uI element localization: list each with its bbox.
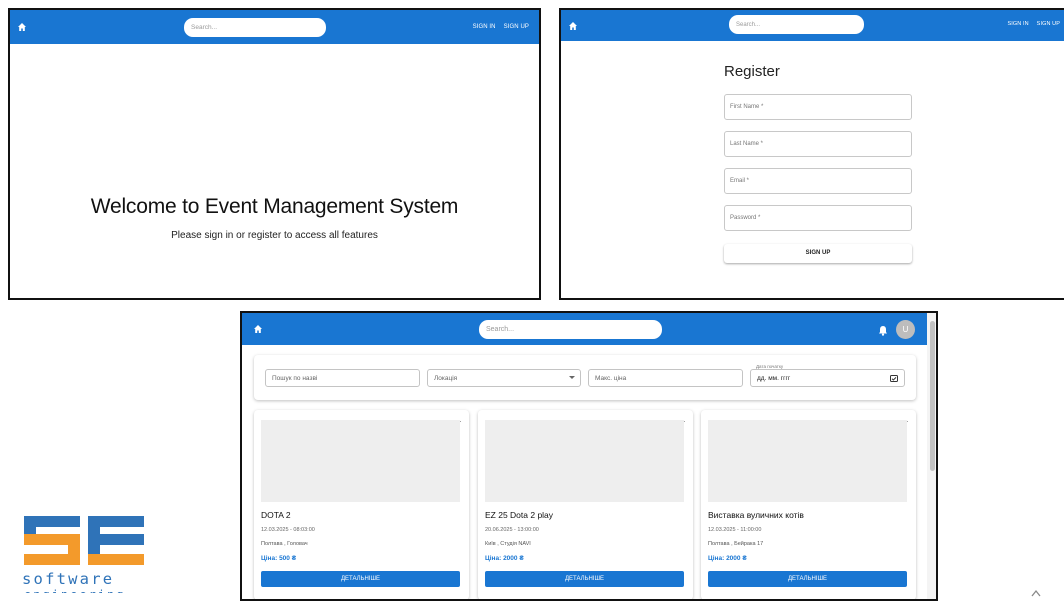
event-price: Ціна: 500 ₴ bbox=[261, 555, 297, 562]
event-card: EZ 25 Dota 2 play 20.06.2025 - 13:00:00 … bbox=[478, 410, 693, 599]
register-title: Register bbox=[724, 63, 780, 80]
filter-panel: Пошук по назві Локація Макс. ціна дд. мм… bbox=[254, 355, 916, 400]
home-icon[interactable] bbox=[252, 323, 264, 335]
start-date-input[interactable]: дд. мм. гггг bbox=[750, 369, 905, 387]
se-logo-mark bbox=[24, 516, 144, 565]
welcome-screenshot: Search... SIGN IN SIGN UP Welcome to Eve… bbox=[8, 8, 541, 300]
logo-word-software: software bbox=[22, 570, 115, 588]
events-screenshot: Search... U Пошук по назві Локація Макс.… bbox=[240, 311, 938, 601]
event-location: Полтава , Головач bbox=[261, 541, 308, 547]
app-bar: Search... SIGN IN SIGN UP bbox=[10, 10, 539, 44]
location-select-label: Локація bbox=[434, 375, 458, 382]
auth-links: SIGN IN SIGN UP bbox=[465, 24, 529, 30]
event-card: Виставка вуличних котів 12.03.2025 - 11:… bbox=[701, 410, 916, 599]
event-title: EZ 25 Dota 2 play bbox=[485, 510, 554, 520]
password-field[interactable]: Password * bbox=[724, 205, 912, 231]
sign-up-button[interactable]: SIGN UP bbox=[724, 244, 912, 263]
details-button[interactable]: ДЕТАЛЬНІШЕ bbox=[708, 571, 907, 587]
email-field[interactable]: Email * bbox=[724, 168, 912, 194]
name-search-input[interactable]: Пошук по назві bbox=[265, 369, 420, 387]
bell-icon[interactable] bbox=[878, 323, 890, 336]
scrollbar[interactable] bbox=[927, 313, 936, 599]
event-card: DOTA 2 12.03.2025 - 08:03:00 Полтава , Г… bbox=[254, 410, 469, 599]
details-button[interactable]: ДЕТАЛЬНІШЕ bbox=[261, 571, 460, 587]
welcome-title: Welcome to Event Management System bbox=[90, 195, 459, 218]
sign-up-link[interactable]: SIGN UP bbox=[504, 24, 529, 30]
last-name-field[interactable]: Last Name * bbox=[724, 131, 912, 157]
app-bar: Search... U bbox=[242, 313, 936, 345]
scrollbar-thumb[interactable] bbox=[930, 321, 935, 471]
app-bar: Search... SIGN IN SIGN UP bbox=[561, 10, 1064, 41]
event-price: Ціна: 2000 ₴ bbox=[485, 555, 524, 562]
start-date-label: Дата початку bbox=[754, 364, 786, 369]
chevron-up-icon bbox=[1031, 584, 1041, 597]
details-button[interactable]: ДЕТАЛЬНІШЕ bbox=[485, 571, 684, 587]
search-input[interactable]: Search... bbox=[479, 320, 662, 339]
search-input[interactable]: Search... bbox=[184, 18, 326, 37]
register-screenshot: Search... SIGN IN SIGN UP Register First… bbox=[559, 8, 1064, 300]
event-image-placeholder bbox=[485, 420, 684, 502]
max-price-input[interactable]: Макс. ціна bbox=[588, 369, 743, 387]
auth-links: SIGN IN SIGN UP bbox=[999, 21, 1060, 27]
event-datetime: 12.03.2025 - 08:03:00 bbox=[261, 527, 315, 533]
event-location: Київ , Студія NAVI bbox=[485, 541, 531, 547]
search-input[interactable]: Search... bbox=[729, 15, 864, 34]
sign-up-link[interactable]: SIGN UP bbox=[1037, 21, 1060, 27]
event-title: Виставка вуличних котів bbox=[708, 510, 804, 520]
calendar-icon[interactable] bbox=[890, 374, 898, 384]
first-name-field[interactable]: First Name * bbox=[724, 94, 912, 120]
sign-in-link[interactable]: SIGN IN bbox=[1007, 21, 1028, 27]
welcome-subtitle: Please sign in or register to access all… bbox=[171, 230, 378, 241]
logo-word-engineering: engineering bbox=[24, 588, 125, 593]
event-price: Ціна: 2000 ₴ bbox=[708, 555, 747, 562]
software-engineering-logo: software engineering bbox=[22, 514, 147, 593]
home-icon[interactable] bbox=[16, 21, 28, 33]
event-title: DOTA 2 bbox=[261, 510, 291, 520]
sign-in-link[interactable]: SIGN IN bbox=[473, 24, 496, 30]
home-icon[interactable] bbox=[567, 20, 579, 32]
event-datetime: 12.03.2025 - 11:00:00 bbox=[708, 527, 762, 533]
start-date-value: дд. мм. гггг bbox=[757, 375, 791, 382]
avatar[interactable]: U bbox=[896, 320, 915, 339]
location-select[interactable]: Локація bbox=[427, 369, 581, 387]
event-location: Полтава , Бейрака 17 bbox=[708, 541, 764, 547]
event-datetime: 20.06.2025 - 13:00:00 bbox=[485, 527, 539, 533]
chevron-down-icon bbox=[569, 375, 575, 382]
event-image-placeholder bbox=[708, 420, 907, 502]
event-image-placeholder bbox=[261, 420, 460, 502]
